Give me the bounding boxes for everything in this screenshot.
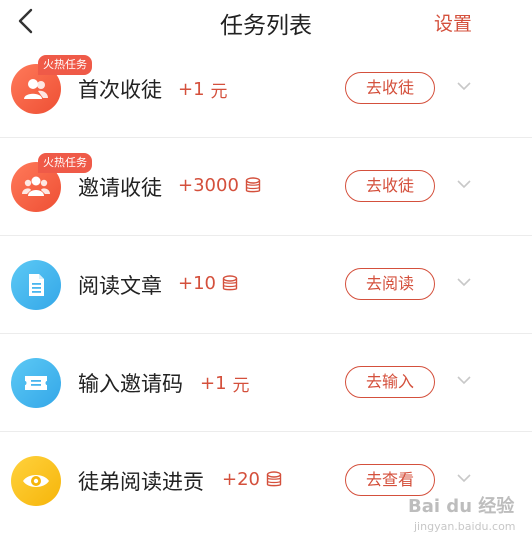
- task-reward: +3000: [178, 175, 261, 196]
- go-enter-button[interactable]: 去输入: [345, 366, 435, 398]
- reward-unit: 元: [232, 376, 250, 396]
- document-icon: [29, 274, 44, 296]
- coin-stack-icon: [245, 177, 261, 193]
- reward-amount: +1: [200, 373, 227, 394]
- task-row-invite-apprentice[interactable]: 火热任务 邀请收徒 +3000 去收徒: [0, 138, 532, 236]
- task-name: 徒弟阅读进贡: [78, 470, 204, 494]
- single-user-icon: [24, 79, 48, 99]
- hot-task-badge: 火热任务: [38, 153, 92, 173]
- chevron-down-icon[interactable]: [456, 80, 472, 92]
- reward-unit: 元: [210, 82, 228, 102]
- task-name: 输入邀请码: [78, 372, 183, 396]
- hot-task-badge: 火热任务: [38, 55, 92, 75]
- coin-stack-icon: [266, 471, 282, 487]
- task-name: 阅读文章: [78, 274, 162, 298]
- watermark-url: jingyan.baidu.com: [414, 520, 516, 533]
- chevron-down-icon[interactable]: [456, 472, 472, 484]
- settings-button[interactable]: 设置: [434, 9, 472, 36]
- baidu-jingyan-watermark: Bai du 经验 jingyan.baidu.com: [408, 492, 528, 540]
- task-list: 火热任务 首次收徒 +1 元 去收徒 火热任务 邀请收徒 +3000 去收徒 阅…: [0, 40, 532, 530]
- eye-icon: [23, 475, 49, 487]
- task-icon-container: [11, 260, 61, 310]
- reward-amount: +20: [222, 469, 260, 490]
- reward-amount: +10: [178, 273, 216, 294]
- task-name: 邀请收徒: [78, 176, 162, 200]
- chevron-down-icon[interactable]: [456, 178, 472, 190]
- ticket-icon: [25, 376, 47, 390]
- task-name: 首次收徒: [78, 78, 162, 102]
- coin-stack-icon: [222, 275, 238, 291]
- task-row-enter-invite-code[interactable]: 输入邀请码 +1 元 去输入: [0, 334, 532, 432]
- task-icon-container: [11, 358, 61, 408]
- go-recruit-button[interactable]: 去收徒: [345, 72, 435, 104]
- task-reward: +1 元: [200, 371, 250, 396]
- chevron-down-icon[interactable]: [456, 374, 472, 386]
- go-recruit-button[interactable]: 去收徒: [345, 170, 435, 202]
- task-row-read-article[interactable]: 阅读文章 +10 去阅读: [0, 236, 532, 334]
- watermark-logo: Bai du 经验: [408, 496, 515, 517]
- task-reward: +20: [222, 469, 282, 490]
- chevron-down-icon[interactable]: [456, 276, 472, 288]
- task-reward: +10: [178, 273, 238, 294]
- task-reward: +1 元: [178, 77, 228, 102]
- task-icon-container: [11, 456, 61, 506]
- reward-amount: +1: [178, 79, 205, 100]
- group-users-icon: [22, 176, 50, 196]
- task-row-first-apprentice[interactable]: 火热任务 首次收徒 +1 元 去收徒: [0, 40, 532, 138]
- top-bar: 任务列表 设置: [0, 0, 532, 44]
- reward-amount: +3000: [178, 175, 239, 196]
- go-read-button[interactable]: 去阅读: [345, 268, 435, 300]
